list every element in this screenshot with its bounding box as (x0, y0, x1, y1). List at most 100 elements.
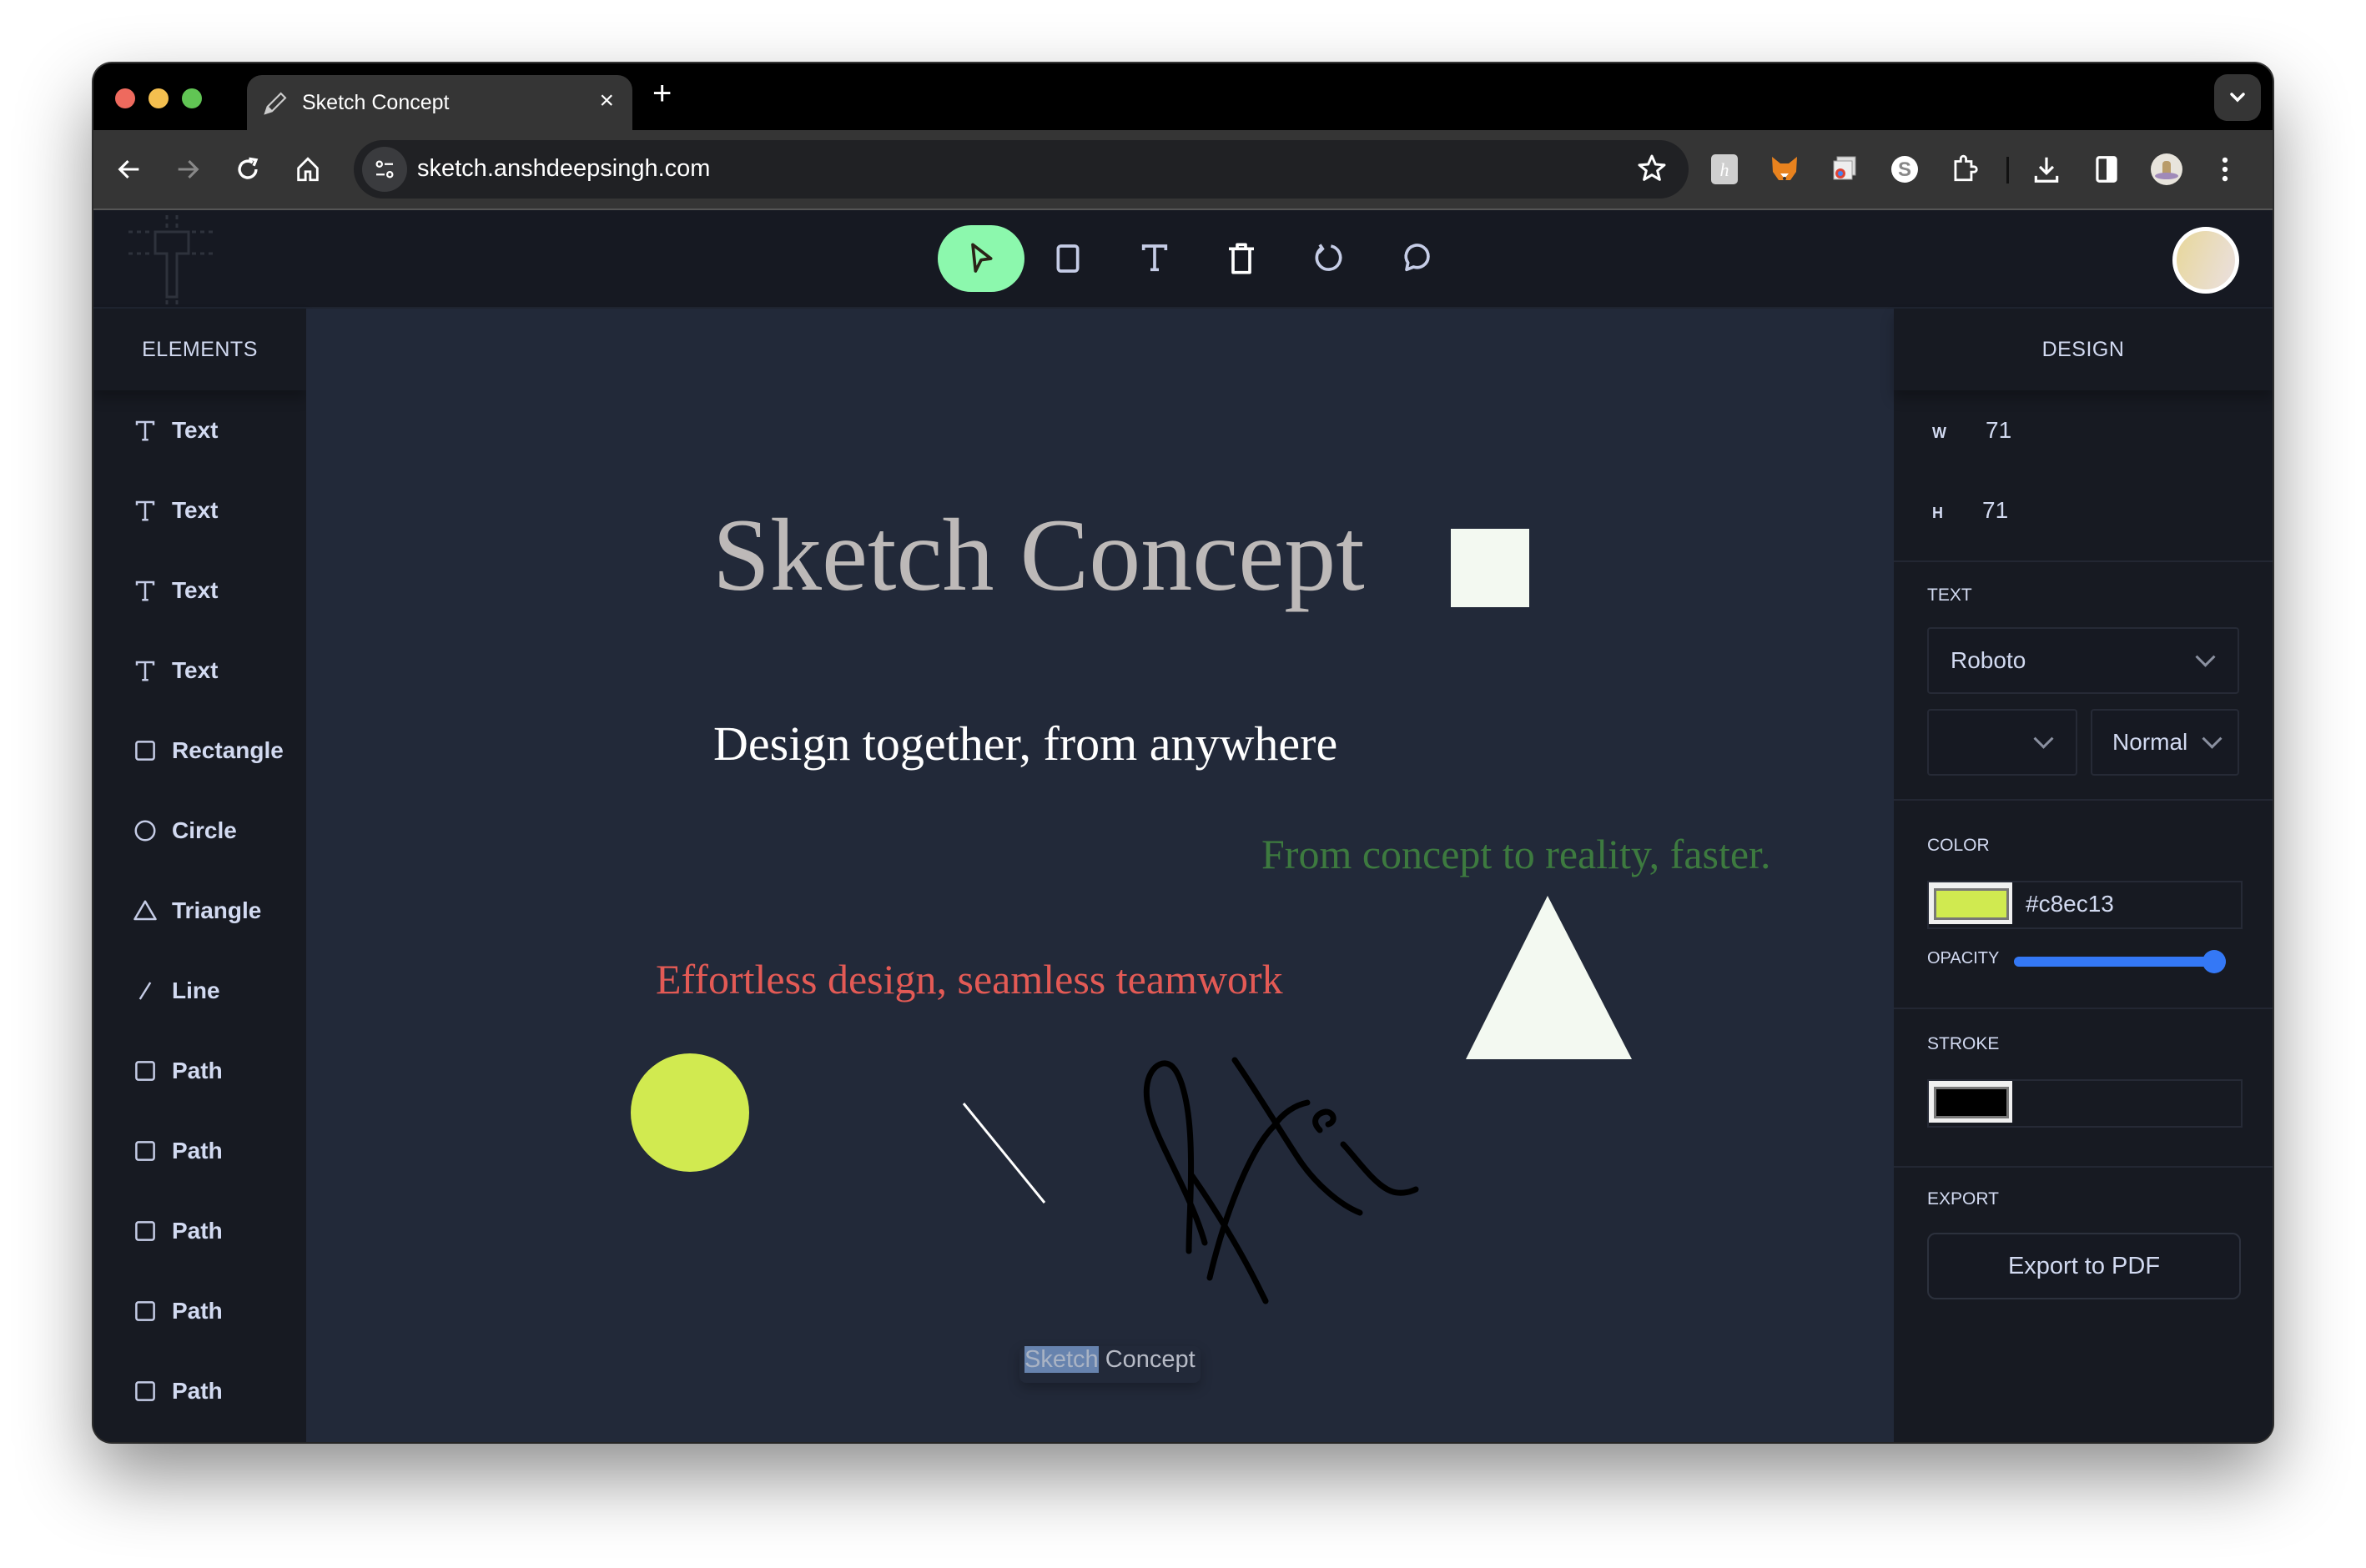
canvas-path-5[interactable] (1312, 1108, 1337, 1133)
selected-text: Sketch (1024, 1346, 1099, 1373)
chevron-down-icon (2195, 646, 2216, 667)
path-icon (130, 1376, 160, 1406)
element-item-path[interactable]: Path (93, 1111, 306, 1191)
chevron-down-icon (2230, 93, 2245, 103)
height-label: H (1932, 505, 1943, 521)
tab-bar: Sketch Concept × + (93, 63, 2273, 130)
text-icon (130, 415, 160, 445)
fill-color-hex[interactable]: #c8ec13 (2026, 891, 2114, 917)
height-value[interactable]: 71 (1982, 497, 2008, 523)
home-button[interactable] (289, 150, 327, 188)
element-item-circle[interactable]: Circle (93, 791, 306, 871)
stroke-input[interactable] (1927, 1079, 2243, 1128)
reset-tool-button[interactable] (1285, 225, 1372, 292)
tool-bar (938, 225, 1458, 292)
canvas-bottom-label[interactable]: Sketch Concept (1019, 1346, 1201, 1383)
height-row: H 71 (1932, 497, 2008, 524)
h-extension-button[interactable]: h (1705, 150, 1744, 188)
canvas-circle-shape[interactable] (631, 1053, 749, 1172)
back-button[interactable] (110, 150, 149, 188)
path-icon (130, 1296, 160, 1326)
canvas-path-3[interactable] (1206, 1099, 1311, 1281)
comment-tool-button[interactable] (1372, 225, 1458, 292)
opacity-thumb[interactable] (2202, 950, 2226, 973)
element-item-text[interactable]: Text (93, 470, 306, 550)
delete-tool-button[interactable] (1198, 225, 1285, 292)
tab-title: Sketch Concept (302, 91, 450, 114)
width-row: W 71 (1932, 417, 2011, 444)
font-family-select[interactable]: Roboto (1927, 627, 2239, 694)
canvas-triangle-shape[interactable] (1466, 896, 1632, 1059)
width-value[interactable]: 71 (1986, 417, 2011, 443)
select-tool-button[interactable] (938, 225, 1024, 292)
reset-icon (1315, 244, 1342, 271)
address-bar[interactable]: sketch.anshdeepsingh.com (354, 140, 1689, 199)
element-item-text[interactable]: Text (93, 631, 306, 711)
profile-button[interactable] (2147, 150, 2186, 188)
chat-bubble-icon (1404, 244, 1430, 272)
element-item-path[interactable]: Path (93, 1271, 306, 1351)
user-avatar[interactable] (2172, 227, 2239, 294)
font-size-select[interactable] (1927, 709, 2077, 776)
home-icon (297, 157, 319, 182)
pencil-icon (264, 92, 287, 115)
browser-tab[interactable]: Sketch Concept × (247, 75, 632, 130)
element-item-triangle[interactable]: Triangle (93, 871, 306, 951)
opacity-slider[interactable] (2014, 950, 2226, 973)
color-input[interactable]: #c8ec13 (1927, 881, 2243, 929)
element-item-rectangle[interactable]: Rectangle (93, 711, 306, 791)
export-section-label: EXPORT (1927, 1189, 1999, 1209)
s-extension-button[interactable]: S (1885, 150, 1924, 188)
canvas-line-shape[interactable] (962, 1103, 1046, 1204)
fill-color-swatch[interactable] (1929, 882, 2012, 924)
path-icon (130, 1136, 160, 1166)
canvas-path-4[interactable] (1231, 1057, 1363, 1216)
app-header (93, 210, 2273, 309)
tab-search-button[interactable] (2214, 74, 2261, 121)
font-weight-value: Normal (2112, 729, 2188, 755)
bookmark-button[interactable] (1635, 152, 1669, 189)
canvas-shapes-layer (631, 896, 1632, 1304)
font-weight-select[interactable]: Normal (2091, 709, 2239, 776)
profile-avatar-icon (2151, 153, 2182, 185)
opacity-track-fill (2014, 957, 2226, 967)
side-panel-button[interactable] (2087, 150, 2126, 188)
export-pdf-button[interactable]: Export to PDF (1927, 1233, 2241, 1299)
site-info-button[interactable] (362, 147, 407, 192)
forward-button[interactable] (169, 150, 207, 188)
navigation-bar: sketch.anshdeepsingh.com h S (93, 130, 2273, 210)
trash-icon (1229, 243, 1254, 274)
element-item-path[interactable]: Path (93, 1031, 306, 1111)
element-item-text[interactable]: Text (93, 390, 306, 470)
element-item-label: Text (172, 417, 219, 443)
elements-list: Text Text Text Text Rectangle Circle Triangle L… (93, 390, 306, 1431)
text-tool-button[interactable] (1111, 225, 1198, 292)
extensions-button[interactable] (1946, 150, 1984, 188)
close-window-button[interactable] (115, 88, 135, 108)
arrow-left-icon (118, 159, 139, 179)
rectangle-icon (130, 736, 160, 766)
browser-menu-button[interactable] (2206, 150, 2244, 188)
maximize-window-button[interactable] (182, 88, 202, 108)
canvas-path-6[interactable] (1340, 1141, 1419, 1196)
side-panel-icon (2096, 156, 2117, 183)
rectangle-tool-button[interactable] (1024, 225, 1111, 292)
tabs-extension-button[interactable] (1825, 150, 1864, 188)
tab-close-icon[interactable]: × (599, 87, 614, 115)
element-item-text[interactable]: Text (93, 550, 306, 631)
element-item-line[interactable]: Line (93, 951, 306, 1031)
url-text[interactable]: sketch.anshdeepsingh.com (417, 155, 710, 183)
drawing-canvas[interactable]: Sketch Concept Design together, from any… (306, 309, 1894, 1442)
metamask-extension-button[interactable] (1765, 150, 1804, 188)
width-label: W (1932, 425, 1946, 441)
element-item-path[interactable]: Path (93, 1351, 306, 1431)
new-tab-button[interactable]: + (652, 75, 672, 112)
stroke-color-swatch[interactable] (1929, 1081, 2012, 1123)
element-item-path[interactable]: Path (93, 1191, 306, 1271)
minimize-window-button[interactable] (149, 88, 169, 108)
reload-button[interactable] (229, 150, 267, 188)
downloads-button[interactable] (2027, 150, 2066, 188)
text-icon (130, 495, 160, 525)
line-icon (130, 976, 160, 1006)
canvas-path-1[interactable] (1143, 1060, 1208, 1254)
